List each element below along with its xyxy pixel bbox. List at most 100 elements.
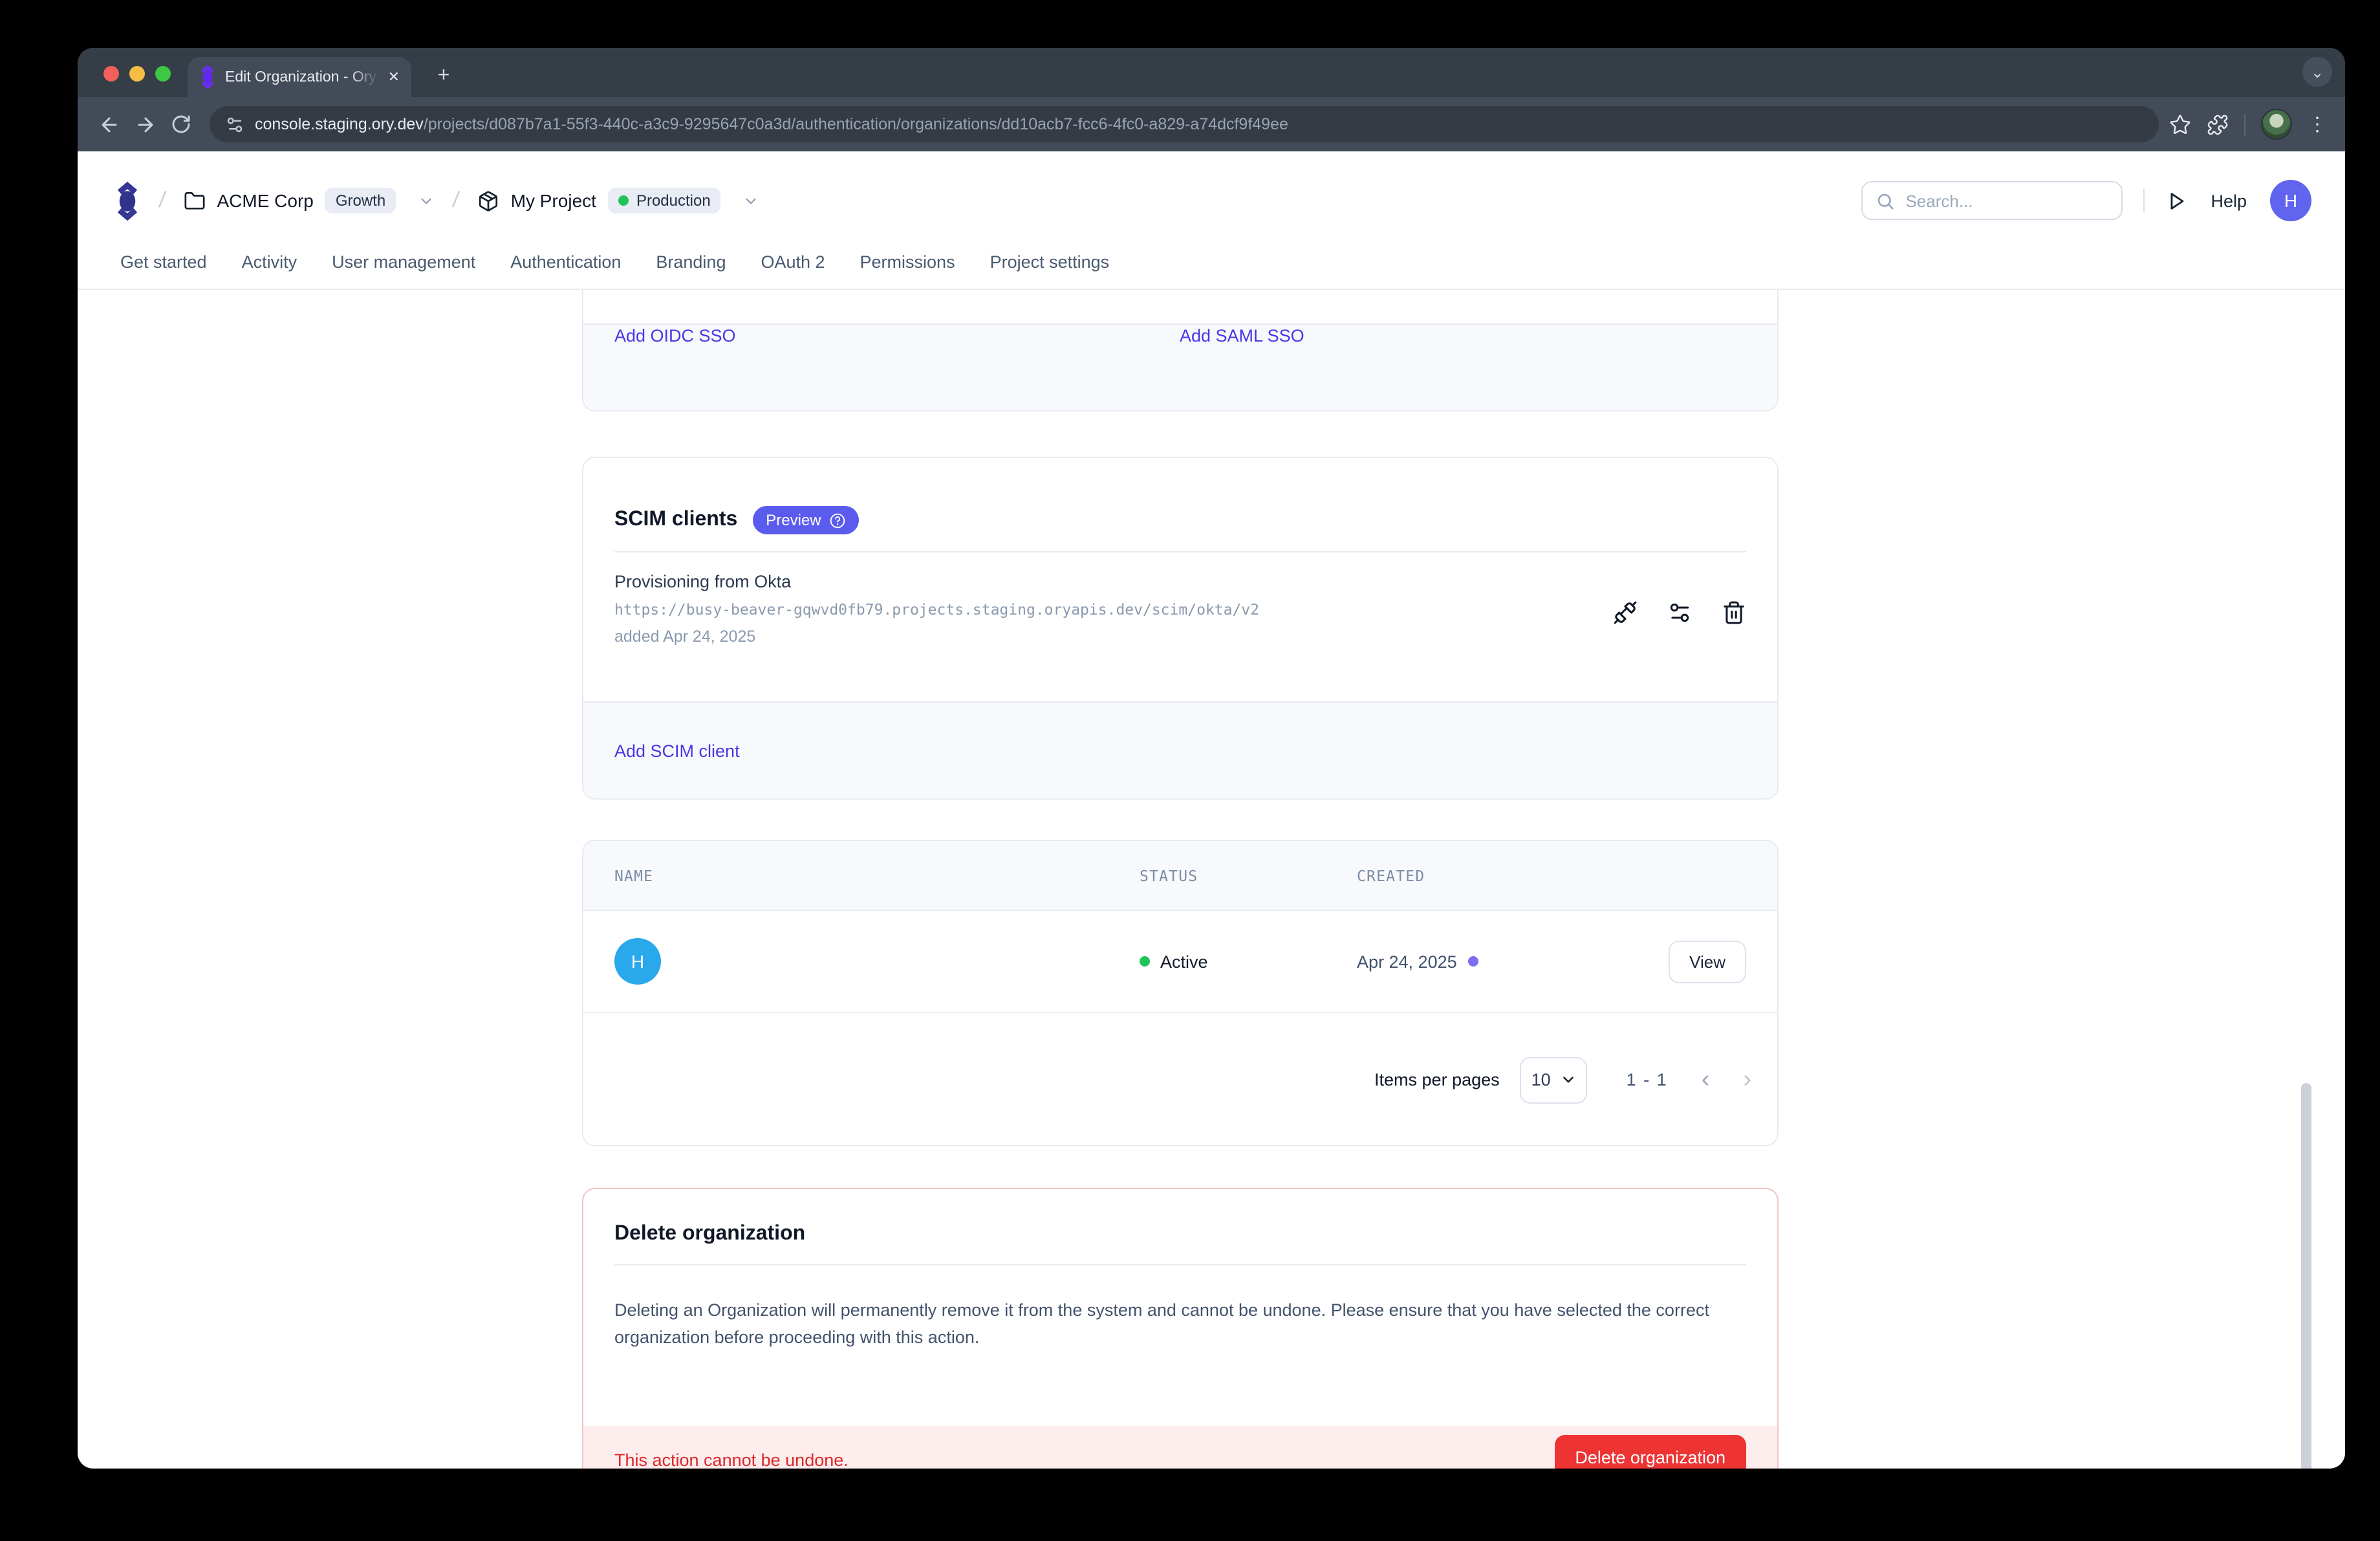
- delete-card-description: Deleting an Organization will permanentl…: [583, 1265, 1754, 1351]
- chrome-profile-avatar[interactable]: [2261, 109, 2292, 140]
- browser-window: Edit Organization - Ory Console ✕ + ⌄ co…: [78, 48, 2345, 1469]
- close-window-button[interactable]: [103, 66, 119, 82]
- created-cell: Apr 24, 2025: [1357, 952, 1669, 971]
- created-date: Apr 24, 2025: [1357, 952, 1457, 971]
- scim-card-footer: Add SCIM client: [583, 701, 1777, 798]
- page-range: 1 - 1: [1627, 1070, 1668, 1089]
- column-status: STATUS: [1140, 866, 1357, 884]
- project-chevron-down-icon[interactable]: [743, 192, 760, 209]
- created-tooltip-dot[interactable]: [1469, 956, 1479, 967]
- page-scrollbar[interactable]: [2301, 1083, 2311, 1469]
- status-dot: [1140, 956, 1150, 967]
- search-input[interactable]: [1905, 191, 2073, 210]
- scim-card-header: SCIM clients Preview: [583, 458, 1777, 551]
- delete-card-footer: This action cannot be undone. Delete org…: [583, 1426, 1777, 1469]
- search-icon: [1876, 191, 1895, 210]
- desktop: Edit Organization - Ory Console ✕ + ⌄ co…: [0, 0, 2380, 1541]
- browser-tab[interactable]: Edit Organization - Ory Console ✕: [188, 57, 411, 97]
- url-bar[interactable]: console.staging.ory.dev/projects/d087b7a…: [210, 106, 2159, 142]
- back-button[interactable]: [91, 106, 127, 142]
- forward-arrow-icon: [134, 113, 156, 135]
- nav-oauth2[interactable]: OAuth 2: [761, 252, 825, 272]
- delete-organization-card: Delete organization Deleting an Organiza…: [582, 1188, 1779, 1469]
- header-actions: Help H: [1861, 180, 2311, 221]
- nav-get-started[interactable]: Get started: [120, 252, 207, 272]
- ory-console-page: / ACME Corp Growth / My Project Producti…: [78, 151, 2345, 1469]
- nav-user-management[interactable]: User management: [332, 252, 475, 272]
- play-icon[interactable]: [2165, 190, 2187, 212]
- bookmark-star-icon[interactable]: [2169, 113, 2191, 135]
- extensions-puzzle-icon[interactable]: [2207, 113, 2229, 135]
- url-text: console.staging.ory.dev/projects/d087b7a…: [255, 115, 1288, 133]
- minimize-window-button[interactable]: [129, 66, 145, 82]
- forward-button[interactable]: [127, 106, 163, 142]
- workspace-breadcrumb[interactable]: ACME Corp Growth: [183, 188, 435, 213]
- nav-project-settings[interactable]: Project settings: [990, 252, 1110, 272]
- package-icon: [477, 190, 499, 212]
- tab-strip: Edit Organization - Ory Console ✕ + ⌄: [78, 48, 2345, 97]
- folder-icon: [183, 190, 205, 212]
- new-tab-button[interactable]: +: [429, 62, 458, 91]
- main-content: Add OIDC SSO Add SAML SSO SCIM clients P…: [78, 290, 2345, 1463]
- site-settings-icon[interactable]: [225, 115, 244, 134]
- env-status-dot: [618, 195, 629, 206]
- user-avatar[interactable]: H: [2270, 180, 2311, 221]
- scim-client-added: added Apr 24, 2025: [614, 628, 1613, 646]
- items-per-page-label: Items per pages: [1374, 1070, 1500, 1089]
- view-button[interactable]: View: [1669, 940, 1746, 983]
- nav-activity[interactable]: Activity: [242, 252, 298, 272]
- workspace-name: ACME Corp: [217, 190, 313, 211]
- delete-warning-text: This action cannot be undone.: [614, 1450, 849, 1469]
- table-pagination: Items per pages 10 1 - 1 ‹ ›: [583, 1013, 1777, 1146]
- scim-client-name: Provisioning from Okta: [614, 572, 1613, 591]
- add-saml-sso-link[interactable]: Add SAML SSO: [1180, 326, 1304, 345]
- console-header: / ACME Corp Growth / My Project Producti…: [78, 151, 2345, 242]
- table-header: NAME STATUS CREATED: [583, 841, 1777, 911]
- scim-clients-card: SCIM clients Preview Provisioning from O…: [582, 457, 1779, 800]
- header-divider: [2143, 189, 2145, 212]
- column-name: NAME: [614, 866, 1140, 884]
- ory-favicon: [199, 65, 216, 89]
- traffic-lights: [103, 66, 171, 82]
- toolbar-actions: ⋮: [2169, 109, 2332, 140]
- scim-client-url: https://busy-beaver-gqwvd0fb79.projects.…: [614, 600, 1613, 618]
- help-circle-icon[interactable]: [829, 512, 846, 529]
- scim-settings-button[interactable]: [1667, 600, 1692, 624]
- organization-avatar: H: [614, 938, 661, 985]
- previous-page-icon[interactable]: ‹: [1702, 1066, 1710, 1094]
- items-per-page-select[interactable]: 10: [1520, 1056, 1588, 1103]
- scim-card-title: SCIM clients: [614, 508, 737, 532]
- tab-title: Edit Organization - Ory Console: [225, 69, 379, 85]
- zoom-window-button[interactable]: [155, 66, 171, 82]
- project-name: My Project: [511, 190, 596, 211]
- tab-search-chevron-icon[interactable]: ⌄: [2302, 57, 2332, 87]
- nav-authentication[interactable]: Authentication: [510, 252, 621, 272]
- scim-client-meta: Provisioning from Okta https://busy-beav…: [614, 572, 1613, 704]
- nav-branding[interactable]: Branding: [656, 252, 726, 272]
- column-created: CREATED: [1357, 866, 1746, 884]
- help-link[interactable]: Help: [2211, 191, 2247, 210]
- workspace-chevron-down-icon[interactable]: [418, 192, 435, 209]
- reload-button[interactable]: [163, 106, 199, 142]
- scim-connection-button[interactable]: [1613, 600, 1638, 624]
- delete-card-title: Delete organization: [583, 1189, 1777, 1264]
- select-chevron-down-icon: [1560, 1071, 1577, 1088]
- add-scim-client-link[interactable]: Add SCIM client: [614, 741, 740, 760]
- add-oidc-sso-link[interactable]: Add OIDC SSO: [614, 326, 736, 345]
- tab-close-icon[interactable]: ✕: [388, 69, 400, 85]
- scim-client-actions: [1613, 582, 1746, 642]
- status-cell: Active: [1140, 952, 1357, 971]
- nav-permissions[interactable]: Permissions: [860, 252, 955, 272]
- back-arrow-icon: [98, 113, 120, 135]
- project-breadcrumb[interactable]: My Project Production: [477, 188, 760, 213]
- sso-card: Add OIDC SSO Add SAML SSO: [582, 290, 1779, 411]
- preview-badge: Preview: [753, 506, 858, 534]
- next-page-icon[interactable]: ›: [1743, 1066, 1751, 1094]
- table-row[interactable]: H Active Apr 24, 2025 View: [583, 911, 1777, 1013]
- chrome-menu-icon[interactable]: ⋮: [2308, 115, 2327, 134]
- trash-icon: [1722, 600, 1746, 624]
- ory-logo[interactable]: [114, 180, 141, 221]
- scim-delete-button[interactable]: [1722, 600, 1746, 624]
- search-box[interactable]: [1861, 181, 2123, 220]
- delete-organization-button[interactable]: Delete organization: [1554, 1434, 1746, 1469]
